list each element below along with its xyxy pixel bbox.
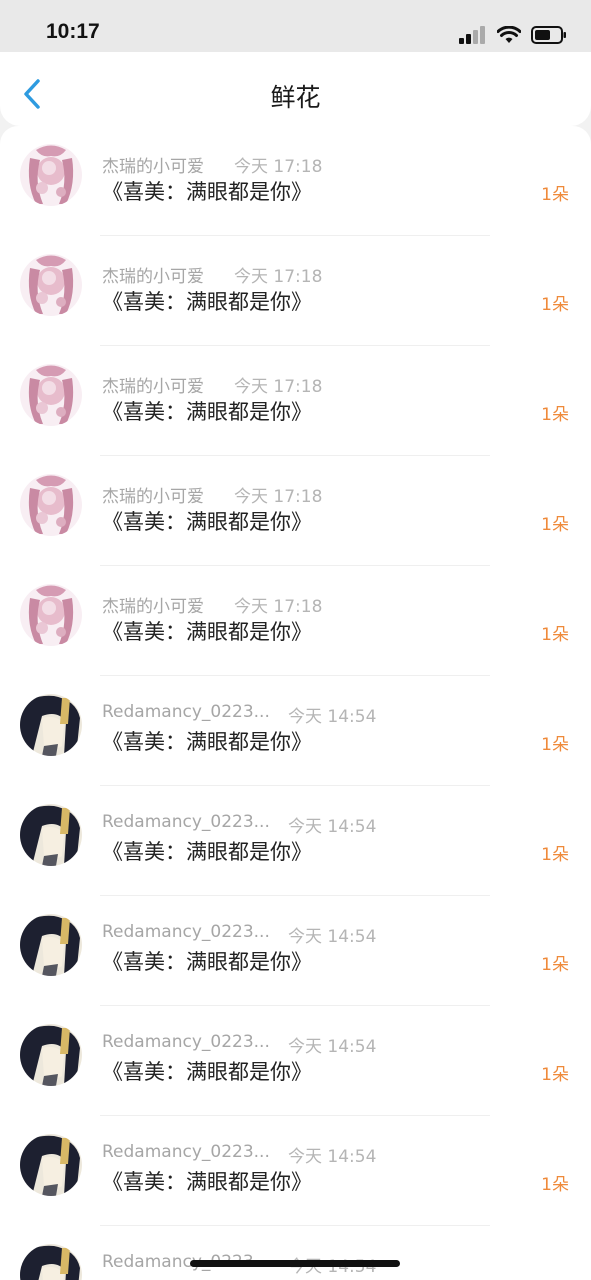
sender-name[interactable]: 杰瑞的小可爱 [102,592,204,617]
home-indicator[interactable] [190,1260,400,1267]
user-avatar[interactable] [20,144,82,206]
user-avatar[interactable] [20,1244,82,1280]
gift-content: 《喜美：满眼都是你》 [102,400,312,424]
list-item[interactable]: 杰瑞的小可爱 今天 17:18 《喜美：满眼都是你》 1朵 [0,236,591,346]
list-item[interactable]: Redamancy_0223... 今天 14:54 《喜美：满眼都是你》 1朵 [0,786,591,896]
user-avatar[interactable] [20,474,82,536]
flower-count: 1朵 [541,515,569,535]
sent-time: 今天 14:54 [288,1037,377,1057]
user-avatar[interactable] [20,694,82,756]
list-item[interactable]: 杰瑞的小可爱 今天 17:18 《喜美：满眼都是你》 1朵 [0,566,591,676]
sender-name[interactable]: 杰瑞的小可爱 [102,262,204,287]
sender-name[interactable]: 杰瑞的小可爱 [102,372,204,397]
sent-time: 今天 17:18 [234,157,323,177]
user-avatar[interactable] [20,364,82,426]
sender-name[interactable]: Redamancy_0223... [102,702,270,722]
list-item[interactable]: 杰瑞的小可爱 今天 17:18 《喜美：满眼都是你》 1朵 [0,456,591,566]
wifi-icon [497,26,521,43]
list-item[interactable]: 杰瑞的小可爱 今天 17:18 《喜美：满眼都是你》 1朵 [0,126,591,236]
battery-icon [531,26,566,44]
user-avatar[interactable] [20,914,82,976]
sent-time: 今天 14:54 [288,1147,377,1167]
sender-name[interactable]: Redamancy_0223... [102,1142,270,1162]
cellular-signal-icon [459,26,485,44]
list-item[interactable]: Redamancy_0223... 今天 14:54 《喜美：满眼都是你》 1朵 [0,676,591,786]
navigation-bar: 鲜花 [0,52,591,126]
sent-time: 今天 14:54 [288,817,377,837]
list-item[interactable]: Redamancy_0223... 今天 14:54 《喜美：满眼都是你》 1朵 [0,896,591,1006]
status-icons [459,24,567,46]
sender-name[interactable]: 杰瑞的小可爱 [102,152,204,177]
status-bar: 10:17 [0,0,591,52]
list-item[interactable]: 杰瑞的小可爱 今天 17:18 《喜美：满眼都是你》 1朵 [0,346,591,456]
flower-count: 1朵 [541,625,569,645]
gift-content: 《喜美：满眼都是你》 [102,180,312,204]
gift-content: 《喜美：满眼都是你》 [102,730,312,754]
sent-time: 今天 17:18 [234,267,323,287]
flower-count: 1朵 [541,295,569,315]
gift-content: 《喜美：满眼都是你》 [102,510,312,534]
user-avatar[interactable] [20,254,82,316]
flower-count: 1朵 [541,185,569,205]
flower-count: 1朵 [541,735,569,755]
sender-name[interactable]: Redamancy_0223... [102,812,270,832]
sent-time: 今天 17:18 [234,487,323,507]
gift-content: 《喜美：满眼都是你》 [102,950,312,974]
sent-time: 今天 17:18 [234,597,323,617]
status-time: 10:17 [46,20,100,43]
user-avatar[interactable] [20,1134,82,1196]
flower-count: 1朵 [541,1175,569,1195]
gift-content: 《喜美：满眼都是你》 [102,840,312,864]
flower-gift-list[interactable]: 杰瑞的小可爱 今天 17:18 《喜美：满眼都是你》 1朵 杰瑞的小可爱 今天 17:1… [0,126,591,1280]
sender-name[interactable]: Redamancy_0223... [102,922,270,942]
sent-time: 今天 14:54 [288,927,377,947]
flower-count: 1朵 [541,845,569,865]
sender-name[interactable]: 杰瑞的小可爱 [102,482,204,507]
list-item[interactable]: Redamancy_0223... 今天 14:54 [0,1226,591,1280]
flower-count: 1朵 [541,955,569,975]
user-avatar[interactable] [20,804,82,866]
user-avatar[interactable] [20,584,82,646]
flower-count: 1朵 [541,405,569,425]
flower-count: 1朵 [541,1065,569,1085]
sent-time: 今天 17:18 [234,377,323,397]
user-avatar[interactable] [20,1024,82,1086]
sent-time: 今天 14:54 [288,707,377,727]
sender-name[interactable]: Redamancy_0223... [102,1032,270,1052]
list-item[interactable]: Redamancy_0223... 今天 14:54 《喜美：满眼都是你》 1朵 [0,1006,591,1116]
gift-content: 《喜美：满眼都是你》 [102,1060,312,1084]
gift-content: 《喜美：满眼都是你》 [102,290,312,314]
page-title: 鲜花 [270,83,321,112]
list-item[interactable]: Redamancy_0223... 今天 14:54 《喜美：满眼都是你》 1朵 [0,1116,591,1226]
gift-content: 《喜美：满眼都是你》 [102,1170,312,1194]
gift-content: 《喜美：满眼都是你》 [102,620,312,644]
